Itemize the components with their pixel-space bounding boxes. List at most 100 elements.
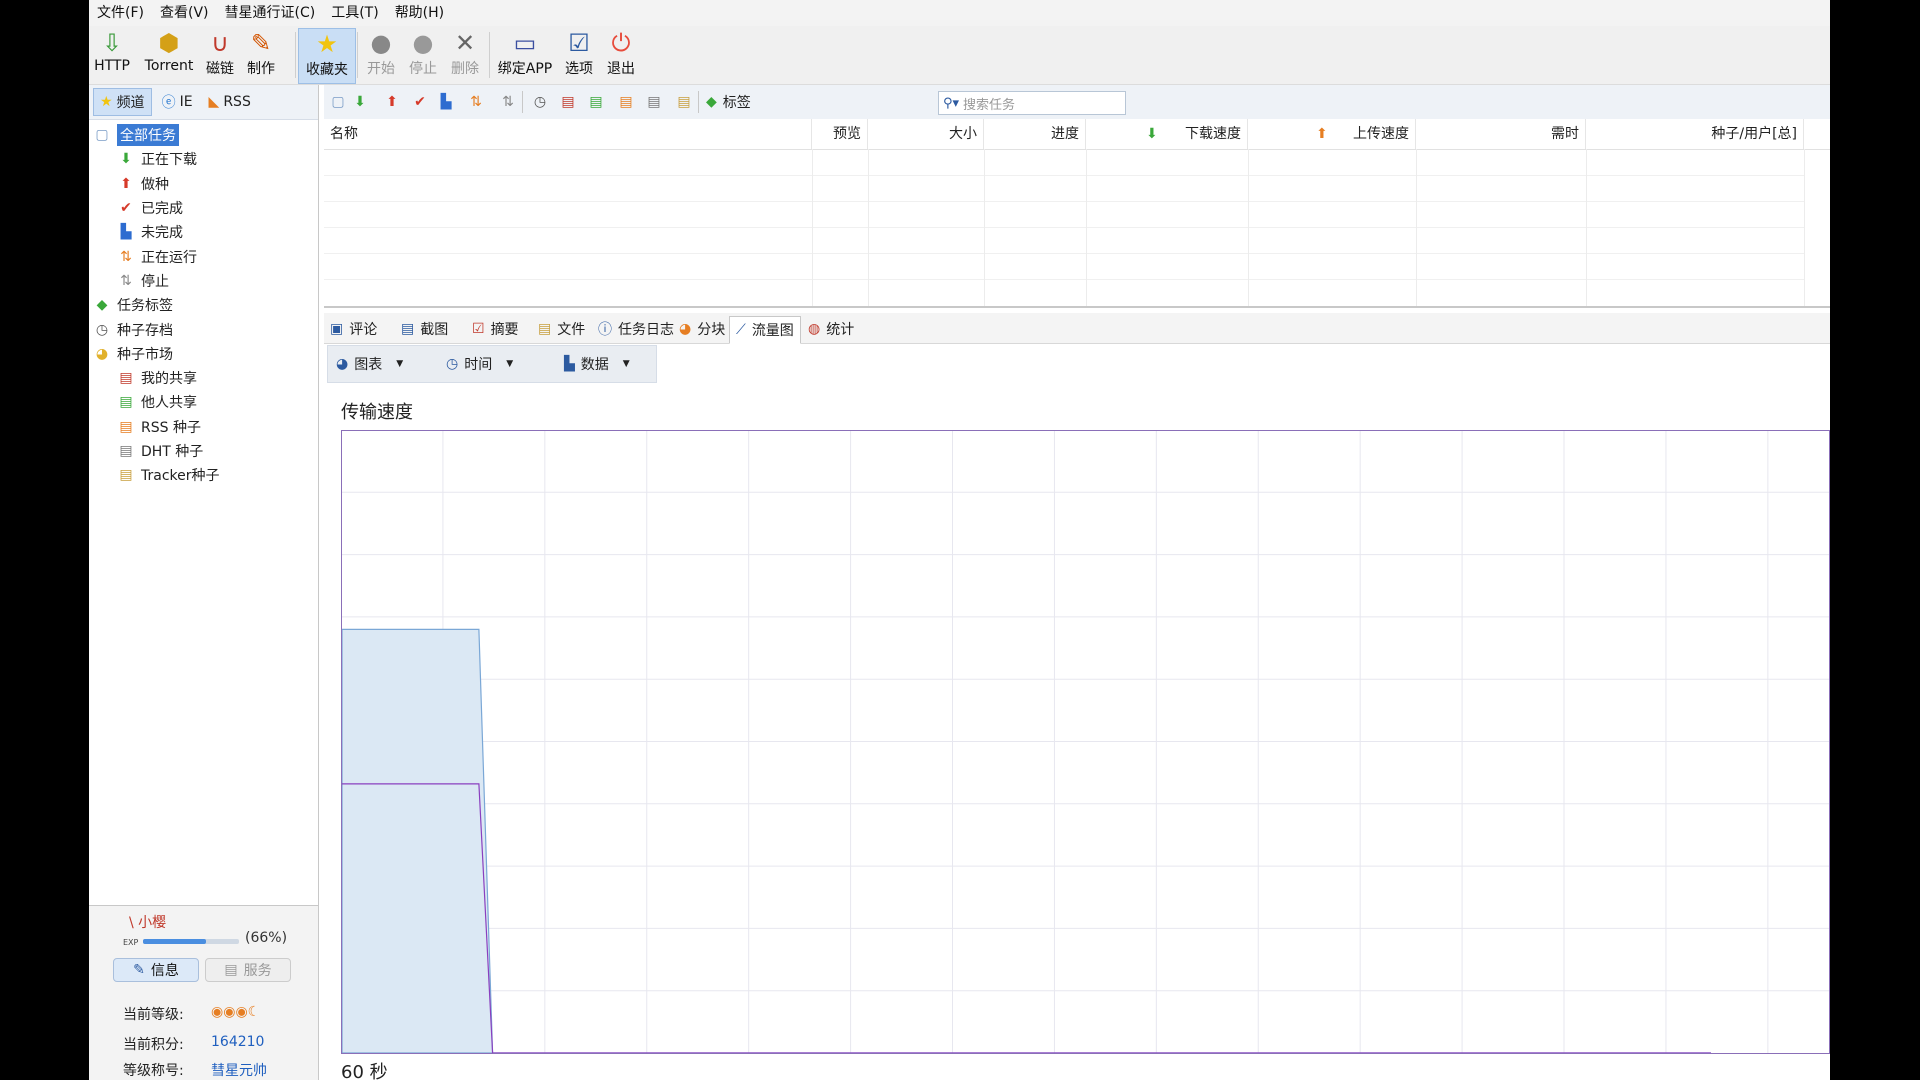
service-icon: ▤ (224, 962, 238, 978)
column-header-name[interactable]: 名称 (324, 119, 812, 149)
tab-ie[interactable]: ⓔ IE (156, 89, 199, 115)
column-header-seeds-peers[interactable]: 种子/用户[总] (1586, 119, 1804, 149)
tree-item-downloading[interactable]: ⬇ 正在下载 (89, 147, 318, 171)
tab-label: 统计 (826, 322, 855, 338)
menu-tools[interactable]: 工具(T) (323, 0, 386, 26)
menu-help[interactable]: 帮助(H) (387, 0, 452, 26)
tab-screenshots[interactable]: ▤ 截图 (395, 316, 454, 342)
incomplete-icon: ▙ (120, 224, 132, 241)
archive-filter-icon[interactable]: ◷ (530, 92, 550, 112)
magnet-button[interactable]: ∪ 磁链 (202, 28, 238, 82)
others-share-filter-icon[interactable]: ▤ (586, 92, 606, 112)
tree-item-label: 种子市场 (117, 346, 173, 363)
options-button[interactable]: ☑ 选项 (561, 28, 597, 82)
tab-task-log[interactable]: ⓘ 任务日志 (592, 316, 680, 342)
column-header-progress[interactable]: 进度 (984, 119, 1086, 149)
column-header-preview[interactable]: 预览 (812, 119, 868, 149)
bind-app-button[interactable]: ▭ 绑定APP (493, 28, 557, 82)
tree-item-others-share[interactable]: ▤ 他人共享 (89, 390, 318, 414)
tree-item-completed[interactable]: ✔ 已完成 (89, 196, 318, 220)
tree-item-seed-archive[interactable]: ◷ 种子存档 (89, 317, 318, 341)
tree-item-label: DHT 种子 (141, 444, 204, 460)
tab-pieces[interactable]: ◕ 分块 (673, 316, 731, 342)
tab-traffic-graph[interactable]: ⟋ 流量图 (729, 316, 801, 344)
http-icon: ⇩ (101, 29, 123, 57)
tree-item-seeding[interactable]: ⬆ 做种 (89, 172, 318, 196)
tree-item-label: 已完成 (141, 201, 183, 218)
my-share-filter-icon[interactable]: ▤ (558, 92, 578, 112)
menu-file[interactable]: 文件(F) (89, 0, 152, 26)
tracker-filter-icon[interactable]: ▤ (674, 92, 694, 112)
service-tab[interactable]: ▤ 服务 (205, 958, 291, 982)
info-tab[interactable]: ✎ 信息 (113, 958, 199, 982)
tree-item-rss-seed[interactable]: ▤ RSS 种子 (89, 415, 318, 439)
tab-comments[interactable]: ▣ 评论 (324, 316, 383, 342)
data-dropdown[interactable]: ▙ 数据 ▼ (564, 354, 630, 374)
time-dropdown[interactable]: ◷ 时间 ▼ (446, 354, 513, 374)
stopped-filter-icon[interactable]: ⇅ (498, 92, 518, 112)
info-tab-label: 信息 (150, 963, 179, 979)
all-tasks-icon[interactable]: ▢ (328, 92, 348, 112)
column-divider (868, 149, 869, 306)
title-value[interactable]: 彗星元帅 (211, 1060, 267, 1080)
tab-files[interactable]: ▤ 文件 (532, 316, 591, 342)
tag-icon: ◆ (96, 297, 108, 314)
all-tasks-icon: ▢ (95, 127, 109, 144)
archive-icon: ◷ (95, 321, 109, 338)
dht-filter-icon[interactable]: ▤ (644, 92, 664, 112)
title-row: 等级称号: 彗星元帅 (123, 1060, 267, 1080)
column-header-upload-speed[interactable]: ⬆ 上传速度 (1248, 119, 1416, 149)
running-filter-icon[interactable]: ⇅ (466, 92, 486, 112)
column-header-eta[interactable]: 需时 (1416, 119, 1586, 149)
menu-passport[interactable]: 彗星通行证(C) (217, 0, 324, 26)
chart-type-label: 图表 (354, 357, 383, 373)
magnet-icon: ∪ (211, 29, 229, 57)
tree-item-seed-market[interactable]: ◕ 种子市场 (89, 342, 318, 366)
tree-item-running[interactable]: ⇅ 正在运行 (89, 244, 318, 268)
download-filter-icon[interactable]: ⬇ (350, 92, 370, 112)
tree-item-incomplete[interactable]: ▙ 未完成 (89, 220, 318, 244)
column-header-size[interactable]: 大小 (868, 119, 984, 149)
tree-item-tracker-seed[interactable]: ▤ Tracker种子 (89, 463, 318, 487)
tree-item-task-tags[interactable]: ◆ 任务标签 (89, 293, 318, 317)
exit-button[interactable]: ⏻ 退出 (603, 28, 639, 82)
table-row (324, 279, 1804, 280)
rss-filter-icon[interactable]: ▤ (616, 92, 636, 112)
delete-label: 删除 (451, 61, 479, 77)
column-header-label: 下载速度 (1185, 126, 1241, 142)
table-row (324, 201, 1804, 202)
tree-item-all-tasks[interactable]: ▢ 全部任务 (89, 123, 318, 147)
make-button[interactable]: ✎ 制作 (243, 28, 279, 82)
start-button[interactable]: ● 开始 (361, 28, 401, 82)
bind-app-icon: ▭ (513, 29, 537, 57)
download-arrow-icon: ⬇ (1146, 126, 1158, 142)
tab-rss[interactable]: ◣ RSS (203, 89, 257, 115)
menu-view[interactable]: 查看(V) (152, 0, 217, 26)
torrent-button[interactable]: ⬢ Torrent (139, 28, 199, 82)
tag-button[interactable]: ◆ 标签 (706, 92, 751, 112)
bind-app-label: 绑定APP (497, 61, 553, 77)
tree-item-dht-seed[interactable]: ▤ DHT 种子 (89, 439, 318, 463)
tab-statistics[interactable]: ◍ 统计 (802, 316, 860, 342)
chart-title: 传输速度 (341, 402, 413, 423)
level-row: 当前等级: ◉◉◉☾ (123, 1004, 260, 1024)
column-divider (984, 149, 985, 306)
tree-item-label: RSS 种子 (141, 419, 201, 436)
tab-channel[interactable]: ★ 频道 (93, 88, 152, 116)
column-header-download-speed[interactable]: ⬇ 下载速度 (1086, 119, 1248, 149)
tree-item-label: Tracker种子 (141, 468, 220, 485)
delete-button[interactable]: ✕ 删除 (445, 28, 485, 82)
http-button[interactable]: ⇩ HTTP (91, 28, 133, 82)
completed-filter-icon[interactable]: ✔ (410, 92, 430, 112)
seeding-filter-icon[interactable]: ⬆ (382, 92, 402, 112)
chart-type-dropdown[interactable]: ◕ 图表 ▼ (336, 354, 403, 374)
favorites-button[interactable]: ★ 收藏夹 (298, 28, 356, 84)
toolbar-separator (357, 32, 358, 78)
tree-item-stopped[interactable]: ⇅ 停止 (89, 269, 318, 293)
tree-item-my-share[interactable]: ▤ 我的共享 (89, 366, 318, 390)
incomplete-filter-icon[interactable]: ▙ (436, 92, 456, 112)
stop-button[interactable]: ● 停止 (403, 28, 443, 82)
tab-summary[interactable]: ☑ 摘要 (466, 316, 525, 342)
search-input[interactable]: ⚲▾ 搜索任务 (938, 91, 1126, 115)
chart-toolbar: ◕ 图表 ▼ ◷ 时间 ▼ ▙ 数据 ▼ (327, 345, 657, 383)
